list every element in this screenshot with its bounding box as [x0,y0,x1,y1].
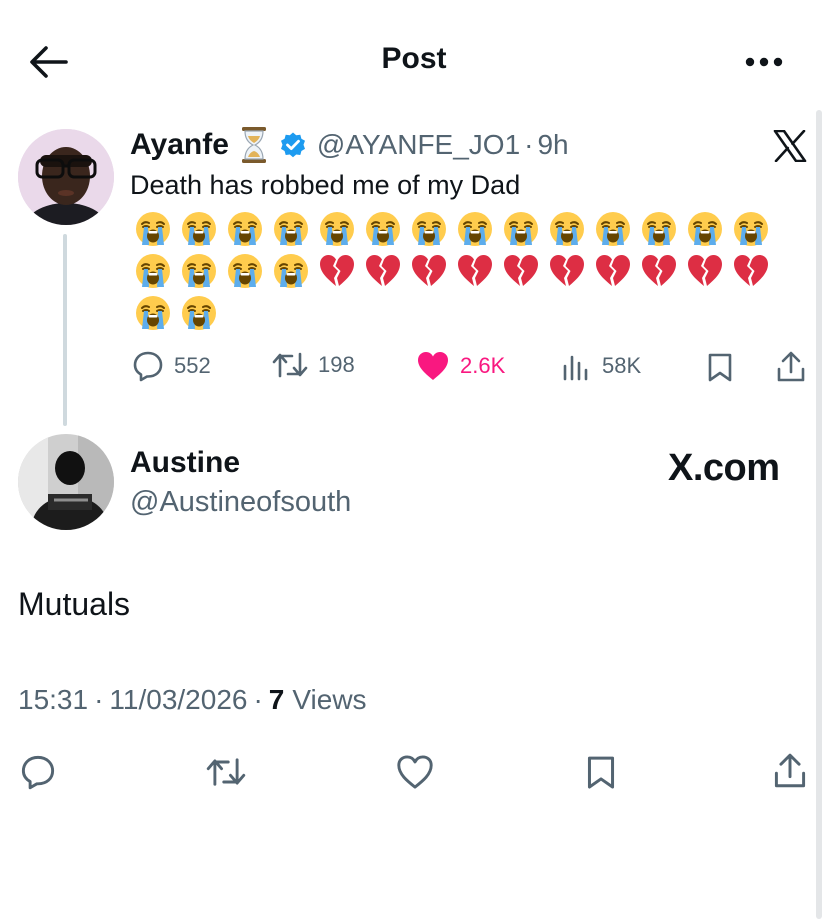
crying-face-emoji-icon [636,208,682,250]
separator: · [524,129,534,160]
more-options-button[interactable] [742,48,786,76]
views-count: 7 [268,684,285,715]
heart-icon [397,755,433,789]
crying-face-emoji-icon [268,250,314,292]
more-horizontal-icon [745,57,783,67]
page-title: Post [381,42,447,75]
views-label: Views [292,684,367,715]
post-header-ayanfe: Ayanfe @AYANFE_JO1 · 9h [130,125,569,165]
bookmark-button[interactable] [582,752,620,792]
views-action[interactable]: 58K [562,350,641,382]
crying-face-emoji-icon [314,208,360,250]
post-text: Mutuals [18,586,131,622]
x-com-watermark: X.com [668,447,780,489]
hourglass-icon [241,127,266,163]
like-count: 2.6K [460,353,506,378]
broken-heart-emoji-icon [590,250,636,292]
bookmark-button[interactable] [704,350,736,384]
bookmark-icon [708,353,732,382]
crying-face-emoji-icon [406,208,452,250]
crying-face-emoji-icon [222,250,268,292]
thread-line [63,234,67,426]
scrollbar[interactable] [816,110,822,919]
repost-icon [206,758,246,786]
reply-action[interactable]: 552 [132,350,211,382]
crying-face-emoji-icon [498,208,544,250]
crying-face-emoji-icon [176,250,222,292]
post-meta: 15:31 · 11/03/2026 · 7 Views [18,684,367,716]
reply-count: 552 [174,353,211,378]
emoji-row [130,250,774,292]
like-button[interactable] [394,752,436,792]
crying-face-emoji-icon [268,208,314,250]
repost-button[interactable] [204,752,248,792]
post-time: 15:31 [18,684,89,715]
verified-badge-icon [280,132,305,158]
crying-face-emoji-icon [130,292,176,334]
broken-heart-emoji-icon [728,250,774,292]
handle[interactable]: @Austineofsouth [130,486,351,519]
views-count: 58K [602,353,642,378]
crying-face-emoji-icon [130,250,176,292]
display-name[interactable]: Ayanfe [130,128,229,162]
crying-face-emoji-icon [590,208,636,250]
broken-heart-emoji-icon [682,250,728,292]
share-icon [777,351,805,382]
broken-heart-emoji-icon [452,250,498,292]
post-date: 11/03/2026 [109,684,248,715]
avatar-austine[interactable] [18,434,114,530]
crying-face-emoji-icon [452,208,498,250]
broken-heart-emoji-icon [360,250,406,292]
broken-heart-emoji-icon [314,250,360,292]
crying-face-emoji-icon [360,208,406,250]
crying-face-emoji-icon [728,208,774,250]
x-logo-icon [773,130,807,162]
views-summary[interactable]: 7 Views [269,684,367,716]
broken-heart-emoji-icon [406,250,452,292]
share-button[interactable] [770,750,810,792]
profile-photo [18,434,114,530]
broken-heart-emoji-icon [544,250,590,292]
emoji-row [130,208,774,250]
crying-face-emoji-icon [130,208,176,250]
broken-heart-emoji-icon [498,250,544,292]
separator: · [94,684,104,715]
reply-icon [133,351,163,382]
like-action[interactable]: 2.6K [416,350,505,382]
crying-face-emoji-icon [682,208,728,250]
share-button[interactable] [774,350,808,384]
x-logo [770,128,810,164]
post-time[interactable]: 9h [537,129,568,161]
avatar-ayanfe[interactable] [18,129,114,225]
repost-count: 198 [318,352,355,377]
reply-button[interactable] [18,752,58,792]
repost-action[interactable]: 198 [272,350,355,380]
crying-face-emoji-icon [176,292,222,334]
display-name[interactable]: Austine [130,446,240,480]
crying-face-emoji-icon [222,208,268,250]
share-icon [774,753,806,788]
repost-icon [272,352,308,378]
emoji-row [130,292,222,334]
separator: · [253,684,263,715]
bookmark-icon [587,756,615,789]
reply-icon [21,755,55,790]
heart-filled-icon [418,352,448,380]
handle[interactable]: @AYANFE_JO1 [317,129,520,161]
crying-face-emoji-icon [544,208,590,250]
analytics-icon [563,355,588,381]
crying-face-emoji-icon [176,208,222,250]
broken-heart-emoji-icon [636,250,682,292]
profile-photo [18,129,114,225]
post-text: Death has robbed me of my Dad [130,170,521,200]
